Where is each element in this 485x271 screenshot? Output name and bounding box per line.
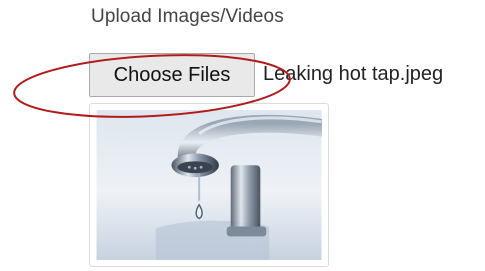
- leaking-tap-photo-icon: [96, 110, 322, 260]
- upload-heading: Upload Images/Videos: [91, 6, 284, 27]
- image-preview: [89, 103, 329, 267]
- choose-files-button[interactable]: Choose Files: [89, 53, 255, 97]
- selected-file-name: Leaking hot tap.jpeg: [263, 63, 444, 85]
- upload-section: Upload Images/Videos Choose Files Leakin…: [0, 0, 485, 271]
